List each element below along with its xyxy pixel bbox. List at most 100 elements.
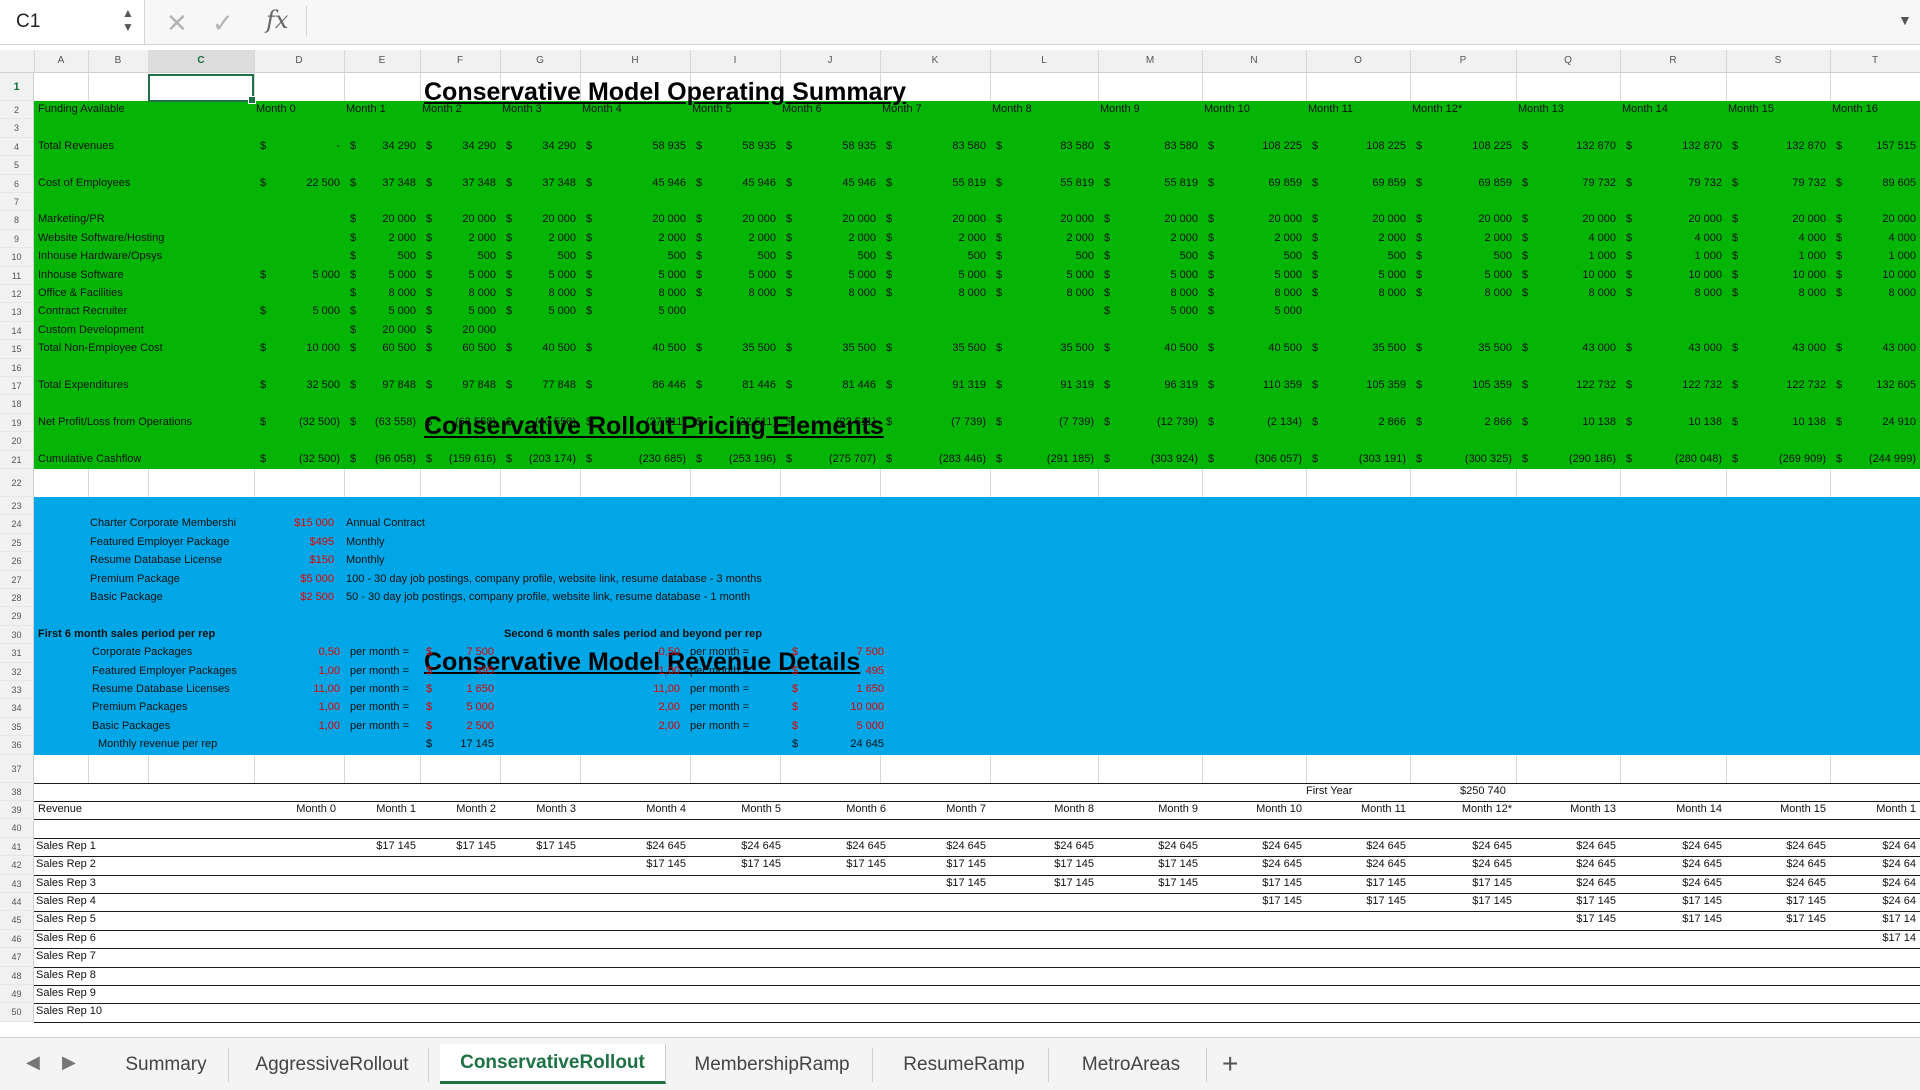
row-header-12[interactable]: 12 — [0, 285, 34, 304]
column-header-i[interactable]: I — [690, 50, 781, 72]
row-header-33[interactable]: 33 — [0, 681, 34, 700]
column-header-r[interactable]: R — [1620, 50, 1727, 72]
row-header-34[interactable]: 34 — [0, 699, 34, 718]
column-header-g[interactable]: G — [500, 50, 581, 72]
row-header-48[interactable]: 48 — [0, 966, 34, 985]
sheet-tab-summary[interactable]: Summary — [104, 1048, 229, 1082]
column-header-o[interactable]: O — [1306, 50, 1411, 72]
name-box-spinner-icon[interactable]: ▲ ▼ — [122, 6, 134, 34]
column-header-n[interactable]: N — [1202, 50, 1307, 72]
row-header-39[interactable]: 39 — [0, 801, 34, 820]
column-header-m[interactable]: M — [1098, 50, 1203, 72]
revenue-cell: $24 645 — [1576, 839, 1616, 852]
row-header-35[interactable]: 35 — [0, 717, 34, 737]
add-sheet-icon[interactable]: + — [1222, 1048, 1238, 1080]
column-grid-line — [1202, 754, 1203, 783]
row-header-5[interactable]: 5 — [0, 156, 34, 175]
row-header-22[interactable]: 22 — [0, 469, 34, 497]
row-header-50[interactable]: 50 — [0, 1003, 34, 1022]
revenue-cell: $24 645 — [1472, 839, 1512, 852]
value-cell: 20 000 — [382, 213, 416, 226]
row-header-19[interactable]: 19 — [0, 413, 34, 433]
month-header: Month 4 — [646, 803, 686, 815]
row-header-45[interactable]: 45 — [0, 911, 34, 930]
column-header-d[interactable]: D — [254, 50, 345, 72]
row-header-26[interactable]: 26 — [0, 552, 34, 571]
row-header-25[interactable]: 25 — [0, 533, 34, 553]
column-header-j[interactable]: J — [780, 50, 881, 72]
column-header-b[interactable]: B — [88, 50, 149, 72]
row-header-31[interactable]: 31 — [0, 644, 34, 663]
row-header-9[interactable]: 9 — [0, 229, 34, 249]
row-header-4[interactable]: 4 — [0, 137, 34, 157]
row-header-15[interactable]: 15 — [0, 340, 34, 359]
value-cell: 2 000 — [1274, 231, 1302, 244]
row-header-1[interactable]: 1 — [0, 73, 34, 101]
row-header-27[interactable]: 27 — [0, 570, 34, 589]
row-header-40[interactable]: 40 — [0, 819, 34, 838]
cancel-icon[interactable]: ✕ — [166, 8, 188, 39]
insert-function-icon[interactable]: fx — [266, 6, 288, 34]
name-box[interactable]: C1 ▲ ▼ — [0, 0, 145, 44]
column-header-s[interactable]: S — [1726, 50, 1831, 72]
column-header-e[interactable]: E — [344, 50, 421, 72]
row-header-41[interactable]: 41 — [0, 837, 34, 857]
row-header-11[interactable]: 11 — [0, 266, 34, 285]
sheet-tab-membershipramp[interactable]: MembershipRamp — [672, 1048, 873, 1082]
per-month-label: per month = — [350, 701, 410, 714]
select-all-corner[interactable] — [0, 50, 35, 72]
row-header-8[interactable]: 8 — [0, 211, 34, 230]
worksheet-grid[interactable]: ABCDEFGHIJKLMNOPQRST 1 2 3 4 5 6 7 8 9 10 11 12 13 14… — [0, 50, 1920, 1037]
row-header-18[interactable]: 18 — [0, 395, 34, 414]
row-header-49[interactable]: 49 — [0, 985, 34, 1004]
sheet-tab-aggressiverollout[interactable]: AggressiveRollout — [236, 1048, 429, 1082]
row-header-10[interactable]: 10 — [0, 248, 34, 267]
row-header-24[interactable]: 24 — [0, 515, 34, 534]
column-header-l[interactable]: L — [990, 50, 1099, 72]
row-header-46[interactable]: 46 — [0, 929, 34, 949]
row-header-2[interactable]: 2 — [0, 101, 34, 120]
row-header-36[interactable]: 36 — [0, 736, 34, 755]
row-header-20[interactable]: 20 — [0, 432, 34, 451]
previous-sheet-icon[interactable]: ◀ — [26, 1052, 40, 1073]
row-header-14[interactable]: 14 — [0, 321, 34, 341]
sheet-tab-conservativerollout[interactable]: ConservativeRollout — [440, 1044, 666, 1084]
column-header-k[interactable]: K — [880, 50, 991, 72]
row-header-43[interactable]: 43 — [0, 874, 34, 893]
row-header-30[interactable]: 30 — [0, 625, 34, 645]
row-header-17[interactable]: 17 — [0, 377, 34, 396]
row-header-37[interactable]: 37 — [0, 754, 34, 783]
row-header-13[interactable]: 13 — [0, 303, 34, 322]
row-header-47[interactable]: 47 — [0, 948, 34, 967]
column-header-f[interactable]: F — [420, 50, 501, 72]
column-header-bar[interactable]: ABCDEFGHIJKLMNOPQRST — [0, 50, 1920, 73]
row-header-42[interactable]: 42 — [0, 856, 34, 875]
month-header: Month 11 — [1360, 803, 1406, 815]
row-header-3[interactable]: 3 — [0, 119, 34, 138]
row-header-29[interactable]: 29 — [0, 607, 34, 626]
dollar-sign: $ — [792, 683, 799, 695]
column-header-c[interactable]: C — [148, 50, 255, 72]
sheet-tab-metroareas[interactable]: MetroAreas — [1056, 1048, 1207, 1082]
enter-icon[interactable]: ✓ — [212, 8, 234, 39]
expand-formula-bar-icon[interactable]: ▼ — [1898, 12, 1912, 28]
column-header-q[interactable]: Q — [1516, 50, 1621, 72]
column-header-a[interactable]: A — [34, 50, 89, 72]
row-header-32[interactable]: 32 — [0, 662, 34, 681]
revenue-row-line — [34, 948, 1920, 950]
row-header-16[interactable]: 16 — [0, 358, 34, 377]
next-sheet-icon[interactable]: ▶ — [62, 1052, 76, 1073]
sheet-tab-resumeramp[interactable]: ResumeRamp — [880, 1048, 1049, 1082]
row-header-23[interactable]: 23 — [0, 497, 34, 516]
column-header-h[interactable]: H — [580, 50, 691, 72]
column-header-p[interactable]: P — [1410, 50, 1517, 72]
row-header-38[interactable]: 38 — [0, 782, 34, 801]
column-header-t[interactable]: T — [1830, 50, 1920, 72]
row-header-28[interactable]: 28 — [0, 589, 34, 608]
row-header-44[interactable]: 44 — [0, 893, 34, 912]
selected-cell-c1[interactable] — [148, 74, 256, 104]
row-header-6[interactable]: 6 — [0, 174, 34, 193]
name-box-value[interactable]: C1 — [16, 11, 40, 33]
row-header-7[interactable]: 7 — [0, 193, 34, 212]
row-header-21[interactable]: 21 — [0, 450, 34, 469]
